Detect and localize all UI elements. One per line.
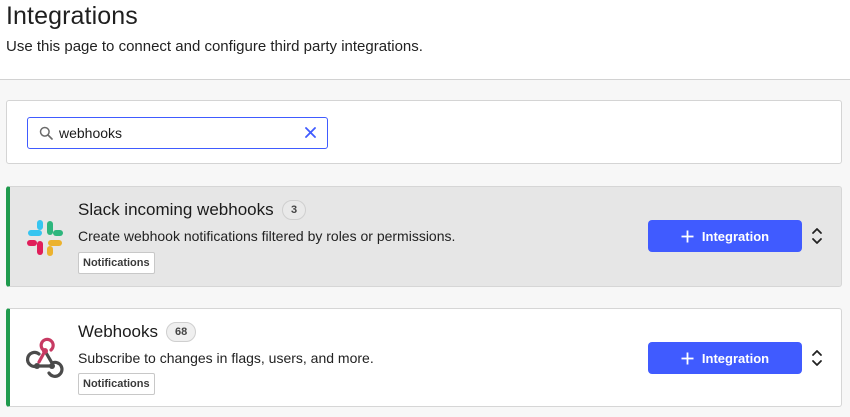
integration-description: Subscribe to changes in flags, users, an… [78,350,374,366]
category-tag: Notifications [78,373,155,395]
clear-search-icon[interactable] [304,126,317,139]
integration-card-webhooks[interactable]: Webhooks 68 Subscribe to changes in flag… [6,308,842,407]
page-subtitle: Use this page to connect and configure t… [6,38,423,55]
search-input[interactable] [59,122,295,144]
add-integration-button[interactable]: Integration [648,342,802,374]
category-tag: Notifications [78,252,155,274]
integration-title: Slack incoming webhooks [78,200,274,219]
add-integration-label: Integration [701,350,770,366]
plus-icon [681,230,694,242]
add-integration-label: Integration [701,228,770,244]
slack-logo-icon [27,220,63,256]
webhooks-logo-icon [26,337,64,378]
integration-description: Create webhook notifications filtered by… [78,228,456,244]
plus-icon [681,352,694,364]
expand-chevron-icon[interactable] [810,347,824,369]
integration-card-slack[interactable]: Slack incoming webhooks 3 Create webhook… [6,186,842,287]
search-icon [39,126,53,140]
count-badge: 3 [282,200,307,220]
integration-title: Webhooks [78,322,159,341]
search-panel [6,100,842,164]
page-title: Integrations [6,2,138,30]
expand-chevron-icon[interactable] [810,225,824,247]
add-integration-button[interactable]: Integration [648,220,802,252]
page-header: Integrations Use this page to connect an… [0,0,850,80]
search-box[interactable] [27,117,328,149]
count-badge: 68 [166,322,197,342]
